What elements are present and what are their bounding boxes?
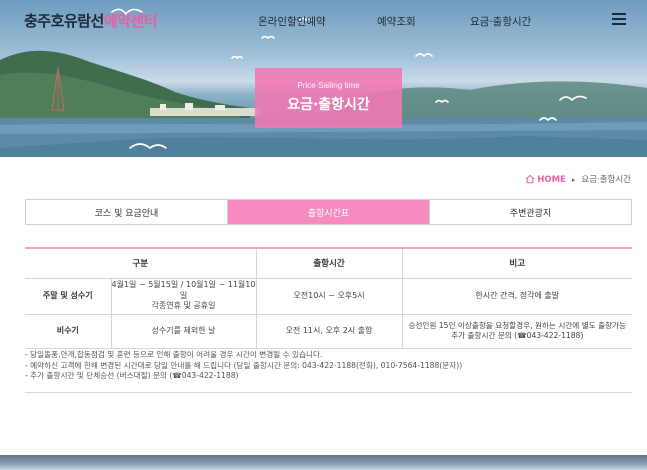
notes-divider [25, 392, 632, 393]
logo-accent-text: 예약센터 [103, 12, 158, 30]
logo-main-text: 충주호유람선 [24, 12, 104, 30]
row-period: 성수기를 제외한 날 [110, 314, 256, 349]
footer-image-strip [0, 455, 647, 470]
row-note: 한시간 간격, 정각에 출발 [401, 278, 632, 315]
breadcrumb-home[interactable]: HOME [537, 175, 566, 185]
row-period-line: 각종연휴 및 공휴일 [151, 301, 216, 311]
row-note: 승선인원 15인 이상출항을 요청할경우, 원하는 시간에 별도 출항가능 추가… [401, 314, 632, 349]
row-note-line: 승선인원 15인 이상출항을 요청할경우, 원하는 시간에 별도 출항가능 [408, 320, 627, 330]
header-category: 구분 [25, 247, 256, 279]
header-remarks: 비고 [401, 247, 632, 279]
page-subtitle: Price·Sailing time [297, 81, 360, 90]
header-sailing-time: 출항시간 [255, 247, 402, 279]
page-title: 요금·출항시간 [287, 97, 370, 113]
note-item: - 당일돌풍,안개,합동점검 및 훈련 등으로 인해 출항이 어려울 경우 시간… [25, 350, 323, 359]
row-period-line: 4월1일 ~ 5월15일 / 10월1일 ~ 11월10일 [111, 279, 256, 300]
row-category: 비수기 [25, 314, 111, 349]
tab-sailing-schedule[interactable]: 출항시간표 [228, 200, 430, 224]
row-note-line: 한시간 간격, 정각에 출발 [475, 290, 560, 300]
table-row: 비수기 성수기를 제외한 날 오전 11시, 오후 2시 출항 승선인원 15인… [25, 314, 632, 349]
nav-reservation-lookup[interactable]: 예약조회 [377, 14, 416, 29]
page-title-box: Price·Sailing time 요금·출항시간 [255, 68, 402, 128]
note-item: - 예약하신 고객에 한해 변경된 시간대로 당일 안내를 해 드립니다 (당일… [25, 360, 463, 370]
site-header: 충주호유람선예약센터 온라인할인예약 예약조회 요금·출항시간 [0, 0, 647, 42]
content-tabs: 코스 및 요금안내 출항시간표 주변관광지 [25, 199, 632, 225]
row-period: 4월1일 ~ 5월15일 / 10월1일 ~ 11월10일 각종연휴 및 공휴일 [110, 278, 256, 315]
hamburger-menu-icon[interactable] [612, 13, 626, 25]
breadcrumb: HOME ▸ 요금·출항시간 [525, 173, 631, 185]
schedule-notes: - 당일돌풍,안개,합동점검 및 훈련 등으로 인해 출항이 어려울 경우 시간… [25, 350, 632, 382]
schedule-table: 구분 출항시간 비고 주말 및 성수기 4월1일 ~ 5월15일 / 10월1일… [25, 247, 632, 349]
table-row: 주말 및 성수기 4월1일 ~ 5월15일 / 10월1일 ~ 11월10일 각… [25, 278, 632, 315]
nav-online-reservation[interactable]: 온라인할인예약 [258, 14, 326, 29]
nav-fare-sailing-time[interactable]: 요금·출항시간 [470, 14, 531, 29]
hero-banner: 충주호유람선예약센터 온라인할인예약 예약조회 요금·출항시간 Price·Sa… [0, 0, 647, 157]
tab-course-fare[interactable]: 코스 및 요금안내 [26, 200, 228, 224]
breadcrumb-separator-icon: ▸ [571, 176, 576, 184]
note-item: - 추가 출항시간 및 단체승선 (버스대절) 문의 (☎043-422-118… [25, 371, 239, 381]
row-time: 오전 11시, 오후 2시 출항 [255, 314, 402, 349]
row-time: 오전10시 ~ 오후5시 [255, 278, 402, 315]
site-logo[interactable]: 충주호유람선예약센터 [24, 10, 158, 31]
breadcrumb-current: 요금·출항시간 [581, 175, 631, 185]
row-category: 주말 및 성수기 [25, 278, 111, 315]
row-note-line: 추가 출항시간 문의 (☎043-422-1188) [451, 331, 584, 340]
home-icon [525, 174, 535, 184]
tab-nearby-attractions[interactable]: 주변관광지 [430, 200, 631, 224]
row-period-line: 성수기를 제외한 날 [151, 325, 216, 335]
